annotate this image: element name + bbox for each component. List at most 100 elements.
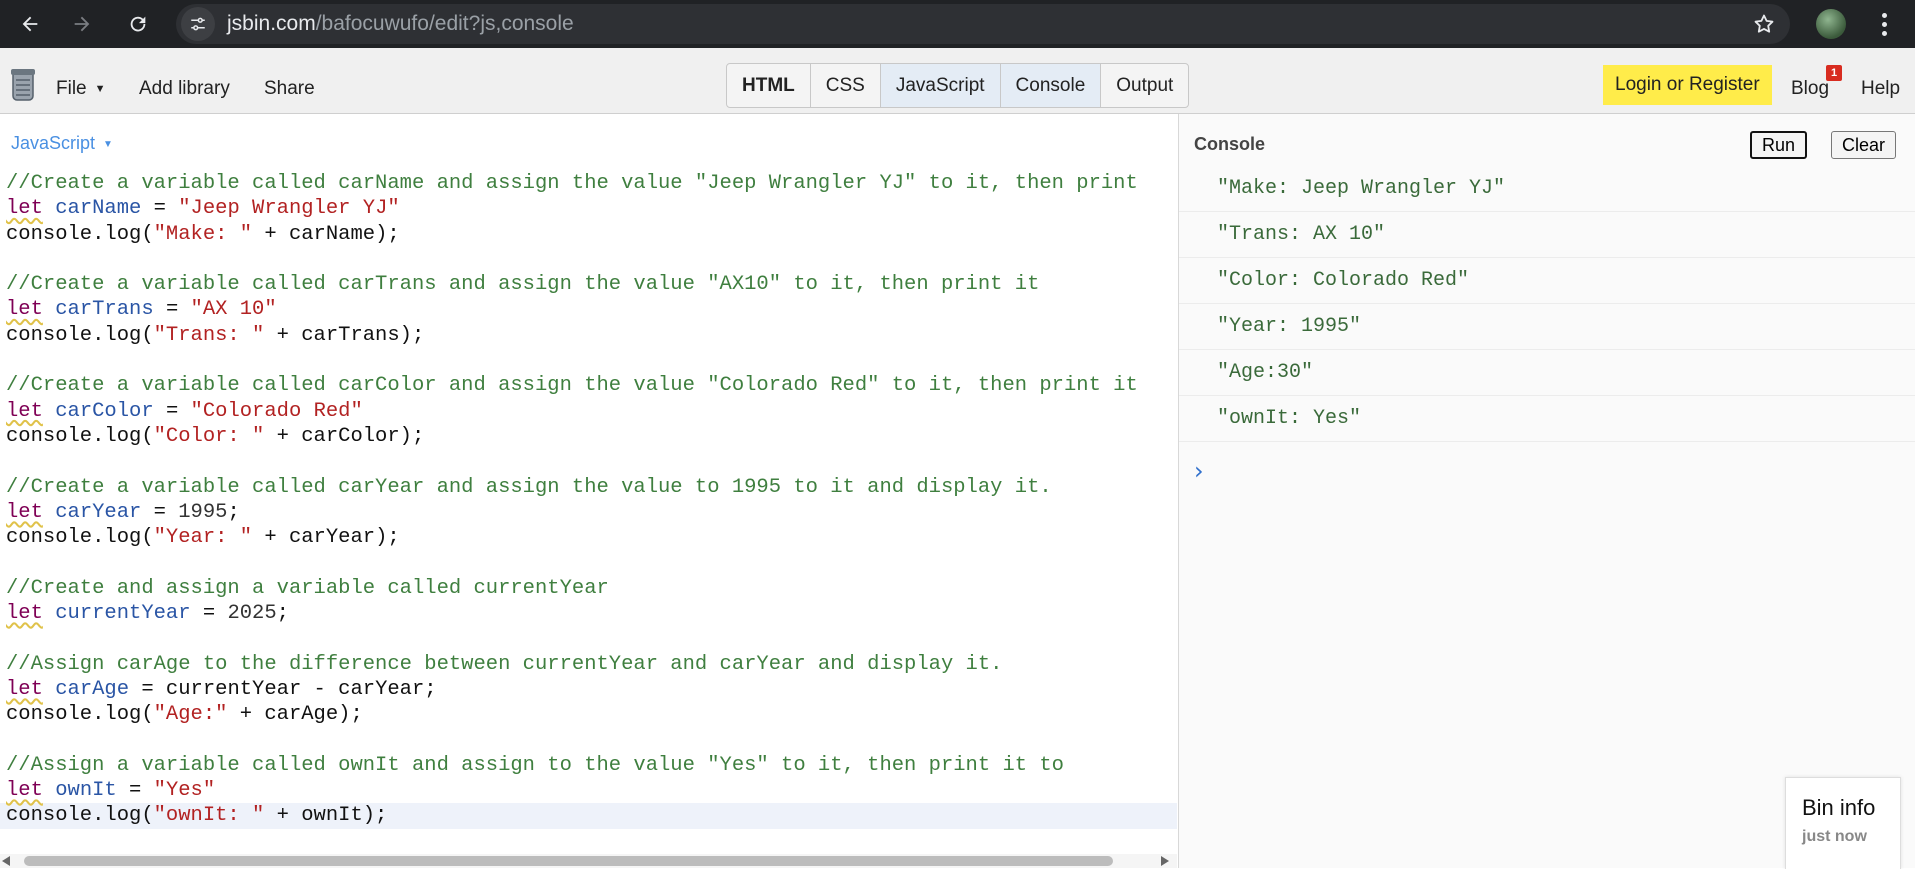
code-line[interactable] (6, 728, 1177, 753)
code-line[interactable]: console.log("Year: " + carYear); (6, 525, 1177, 550)
code-token: 2025 (227, 602, 277, 626)
run-button[interactable]: Run (1750, 131, 1808, 159)
code-token: = currentYear - carYear; (129, 677, 437, 701)
jsbin-logo-icon[interactable] (10, 68, 36, 102)
blog-notification-badge: 1 (1826, 65, 1842, 81)
console-panel: Console Run Clear "Make: Jeep Wrangler Y… (1178, 114, 1915, 868)
code-line[interactable] (6, 348, 1177, 373)
tab-output[interactable]: Output (1101, 64, 1188, 107)
code-line[interactable] (6, 449, 1177, 474)
login-register-button[interactable]: Login or Register (1603, 65, 1772, 105)
code-token: let (6, 298, 43, 322)
scrollbar-thumb[interactable] (24, 856, 1113, 866)
code-line[interactable]: console.log("ownIt: " + ownIt); (0, 803, 1177, 829)
code-line[interactable]: console.log("Age:" + carAge); (6, 702, 1177, 727)
console-log-entry: "Make: Jeep Wrangler YJ" (1179, 166, 1915, 212)
code-token: + carYear); (252, 526, 400, 550)
code-line[interactable] (6, 550, 1177, 575)
code-line[interactable]: //Assign carAge to the difference betwee… (6, 652, 1177, 677)
code-token: //Create a variable called carName and a… (6, 172, 1138, 195)
code-token: = (190, 602, 228, 626)
panel-tabs: HTML CSS JavaScript Console Output (726, 63, 1190, 108)
code-line[interactable]: //Create a variable called carTrans and … (6, 272, 1177, 297)
code-token: = (153, 298, 191, 322)
code-token: "Year: " (153, 526, 253, 550)
code-line[interactable] (6, 626, 1177, 651)
code-line[interactable]: console.log("Make: " + carName); (6, 222, 1177, 247)
code-line[interactable]: console.log("Color: " + carColor); (6, 424, 1177, 449)
reload-button[interactable] (117, 0, 159, 48)
address-bar[interactable]: jsbin.com/bafocuwufo/edit?js,console (176, 4, 1790, 44)
share-button[interactable]: Share (264, 78, 315, 100)
code-token: let (6, 500, 43, 524)
add-library-button[interactable]: Add library (139, 78, 230, 100)
code-token: //Create a variable called carYear and a… (6, 475, 1052, 499)
tune-icon (191, 17, 205, 31)
code-line[interactable]: //Create and assign a variable called cu… (6, 576, 1177, 601)
bin-info-title: Bin info (1802, 795, 1876, 820)
console-title: Console (1194, 134, 1266, 154)
code-token: let (6, 399, 43, 423)
code-token: "Make: " (153, 222, 253, 246)
console-prompt-icon[interactable]: › (1194, 457, 1204, 485)
browser-toolbar: jsbin.com/bafocuwufo/edit?js,console (0, 0, 1915, 48)
horizontal-scrollbar[interactable] (0, 854, 1177, 868)
code-token: "Colorado Red" (190, 399, 363, 423)
code-token: console.log( (6, 804, 154, 828)
file-menu-label: File (56, 78, 87, 99)
javascript-editor-panel[interactable]: JavaScript ▼ //Create a variable called c… (0, 114, 1177, 868)
tab-javascript[interactable]: JavaScript (880, 64, 1001, 107)
code-token: + carTrans); (264, 323, 425, 347)
profile-avatar[interactable] (1816, 9, 1846, 39)
code-token: carName (55, 197, 142, 221)
tab-html[interactable]: HTML (727, 64, 811, 107)
clear-button[interactable]: Clear (1831, 131, 1897, 159)
code-line[interactable]: let carAge = currentYear - carYear; (6, 677, 1177, 702)
code-line[interactable]: let carTrans = "AX 10" (6, 297, 1177, 322)
code-line[interactable]: let carName = "Jeep Wrangler YJ" (6, 196, 1177, 221)
code-token: currentYear (55, 602, 191, 626)
browser-menu-icon[interactable] (1870, 10, 1898, 38)
forward-button[interactable] (61, 0, 103, 48)
url-text: jsbin.com/bafocuwufo/edit?js,console (227, 12, 574, 36)
code-line[interactable]: console.log("Trans: " + carTrans); (6, 323, 1177, 348)
code-line[interactable] (6, 247, 1177, 272)
console-output: "Make: Jeep Wrangler YJ" "Trans: AX 10" "C… (1179, 166, 1915, 442)
code-token: ; (227, 500, 240, 524)
code-editor[interactable]: //Create a variable called carName and a… (0, 171, 1177, 829)
tab-console[interactable]: Console (1000, 64, 1102, 107)
code-line[interactable]: let currentYear = 2025; (6, 601, 1177, 626)
help-link[interactable]: Help (1861, 78, 1900, 100)
code-line[interactable]: //Create a variable called carName and a… (6, 171, 1177, 196)
caret-down-icon: ▼ (103, 139, 113, 150)
code-token: = (141, 500, 179, 524)
code-token: console.log( (6, 222, 154, 246)
scroll-right-arrow-icon[interactable] (1161, 856, 1169, 866)
code-line[interactable]: //Create a variable called carYear and a… (6, 475, 1177, 500)
code-line[interactable]: let carColor = "Colorado Red" (6, 399, 1177, 424)
bin-info-widget[interactable]: Bin info just now (1785, 777, 1901, 869)
code-token: 1995 (178, 500, 228, 524)
url-path: /bafocuwufo/edit?js,console (315, 12, 574, 35)
console-log-entry: "Trans: AX 10" (1179, 212, 1915, 258)
code-token: ownIt (55, 779, 117, 803)
code-line[interactable]: let carYear = 1995; (6, 500, 1177, 525)
blog-link[interactable]: Blog (1791, 78, 1829, 100)
editor-language-selector[interactable]: JavaScript ▼ (11, 133, 113, 154)
site-info-button[interactable] (181, 7, 215, 41)
code-line[interactable]: //Assign a variable called ownIt and ass… (6, 753, 1177, 778)
back-button[interactable] (9, 0, 51, 48)
bin-info-time: just now (1802, 828, 1867, 845)
code-line[interactable]: //Create a variable called carColor and … (6, 373, 1177, 398)
scroll-left-arrow-icon[interactable] (2, 856, 10, 866)
star-icon[interactable] (1752, 12, 1776, 36)
code-line[interactable]: let ownIt = "Yes" (6, 778, 1177, 803)
file-menu[interactable]: File ▼ (56, 78, 106, 100)
tab-css[interactable]: CSS (811, 64, 881, 107)
